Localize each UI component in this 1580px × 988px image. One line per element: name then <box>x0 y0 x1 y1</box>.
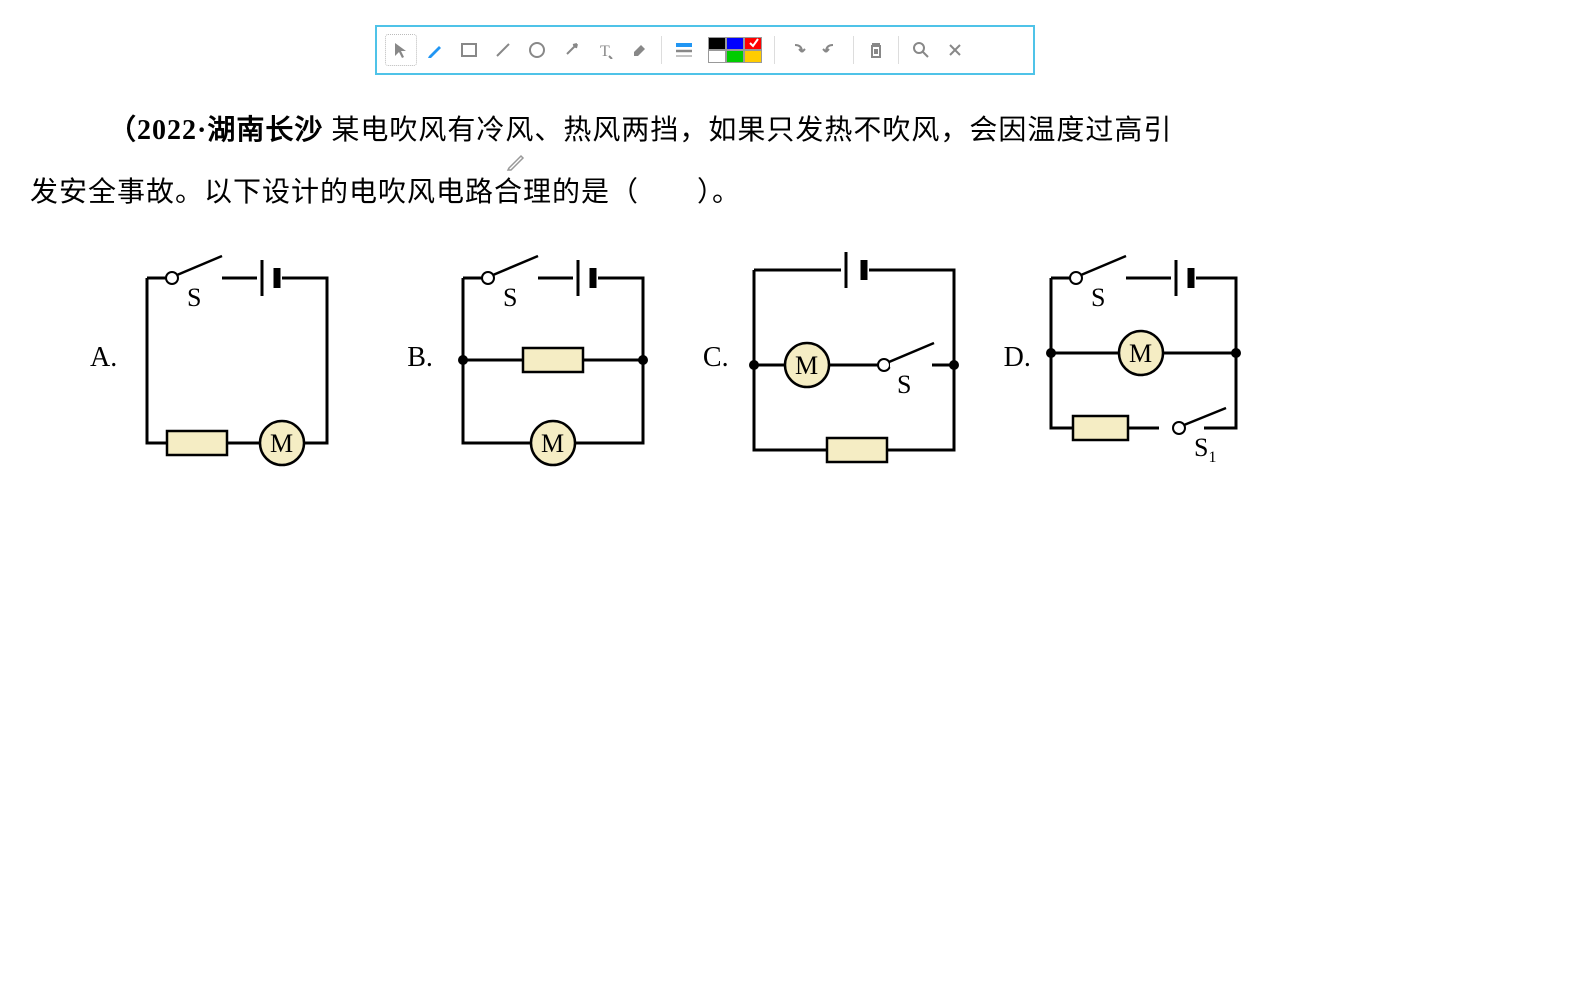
undo-button[interactable] <box>781 34 813 66</box>
question-source: 2022·湖南长沙 <box>137 115 323 146</box>
option-a-label: A. <box>90 342 117 374</box>
option-c: C. M S <box>703 240 984 475</box>
color-white[interactable] <box>708 50 726 63</box>
option-b-label: B. <box>407 342 433 374</box>
question-paragraph: （2022·湖南长沙 某电吹风有冷风、热风两挡，如果只发热不吹风，会因温度过高引… <box>30 100 1520 223</box>
switch-label: S <box>503 283 517 312</box>
color-yellow[interactable] <box>744 50 762 63</box>
line-tool[interactable] <box>487 34 519 66</box>
zoom-button[interactable] <box>905 34 937 66</box>
color-blue[interactable] <box>726 37 744 50</box>
color-green[interactable] <box>726 50 744 63</box>
select-tool[interactable] <box>385 34 417 66</box>
rectangle-tool[interactable] <box>453 34 485 66</box>
switch-label: S <box>187 283 201 312</box>
eraser-tool[interactable] <box>623 34 655 66</box>
source-prefix: （ <box>108 115 137 146</box>
switch1-label: S1 <box>1194 433 1216 466</box>
redo-button[interactable] <box>815 34 847 66</box>
motor-label: M <box>795 351 818 380</box>
motor-label: M <box>270 429 293 458</box>
toolbar-divider <box>661 36 662 64</box>
circuit-c: M S <box>739 240 984 475</box>
annotation-toolbar: T <box>375 25 1035 75</box>
text-tool[interactable]: T <box>589 34 621 66</box>
circuit-d: S M S1 <box>1041 248 1256 468</box>
switch-label: S <box>1091 283 1105 312</box>
circle-tool[interactable] <box>521 34 553 66</box>
motor-label: M <box>1129 339 1152 368</box>
option-d: D. S M S1 <box>1004 240 1256 475</box>
option-a: A. S M <box>90 240 357 475</box>
color-black[interactable] <box>708 37 726 50</box>
toolbar-divider <box>898 36 899 64</box>
toolbar-divider <box>853 36 854 64</box>
question-content: （2022·湖南长沙 某电吹风有冷风、热风两挡，如果只发热不吹风，会因温度过高引… <box>30 100 1520 223</box>
motor-label: M <box>541 429 564 458</box>
close-button[interactable] <box>939 34 971 66</box>
delete-button[interactable] <box>860 34 892 66</box>
circuit-a: S M <box>127 248 357 468</box>
switch-label: S <box>897 370 911 399</box>
option-d-label: D. <box>1004 342 1031 374</box>
question-line1: 某电吹风有冷风、热风两挡，如果只发热不吹风，会因温度过高引 <box>323 115 1172 146</box>
arrow-tool[interactable] <box>555 34 587 66</box>
options-container: A. S M B. S <box>90 240 1256 475</box>
toolbar-divider <box>774 36 775 64</box>
option-b: B. S M <box>407 240 673 475</box>
color-palette <box>708 37 762 63</box>
question-line2: 发安全事故。以下设计的电吹风电路合理的是（ ）。 <box>30 177 741 208</box>
circuit-b: S M <box>443 248 673 468</box>
option-c-label: C. <box>703 342 729 374</box>
color-red[interactable] <box>744 37 762 50</box>
stroke-width-tool[interactable] <box>668 34 700 66</box>
pencil-annotation-icon <box>505 150 527 177</box>
pen-tool[interactable] <box>419 34 451 66</box>
